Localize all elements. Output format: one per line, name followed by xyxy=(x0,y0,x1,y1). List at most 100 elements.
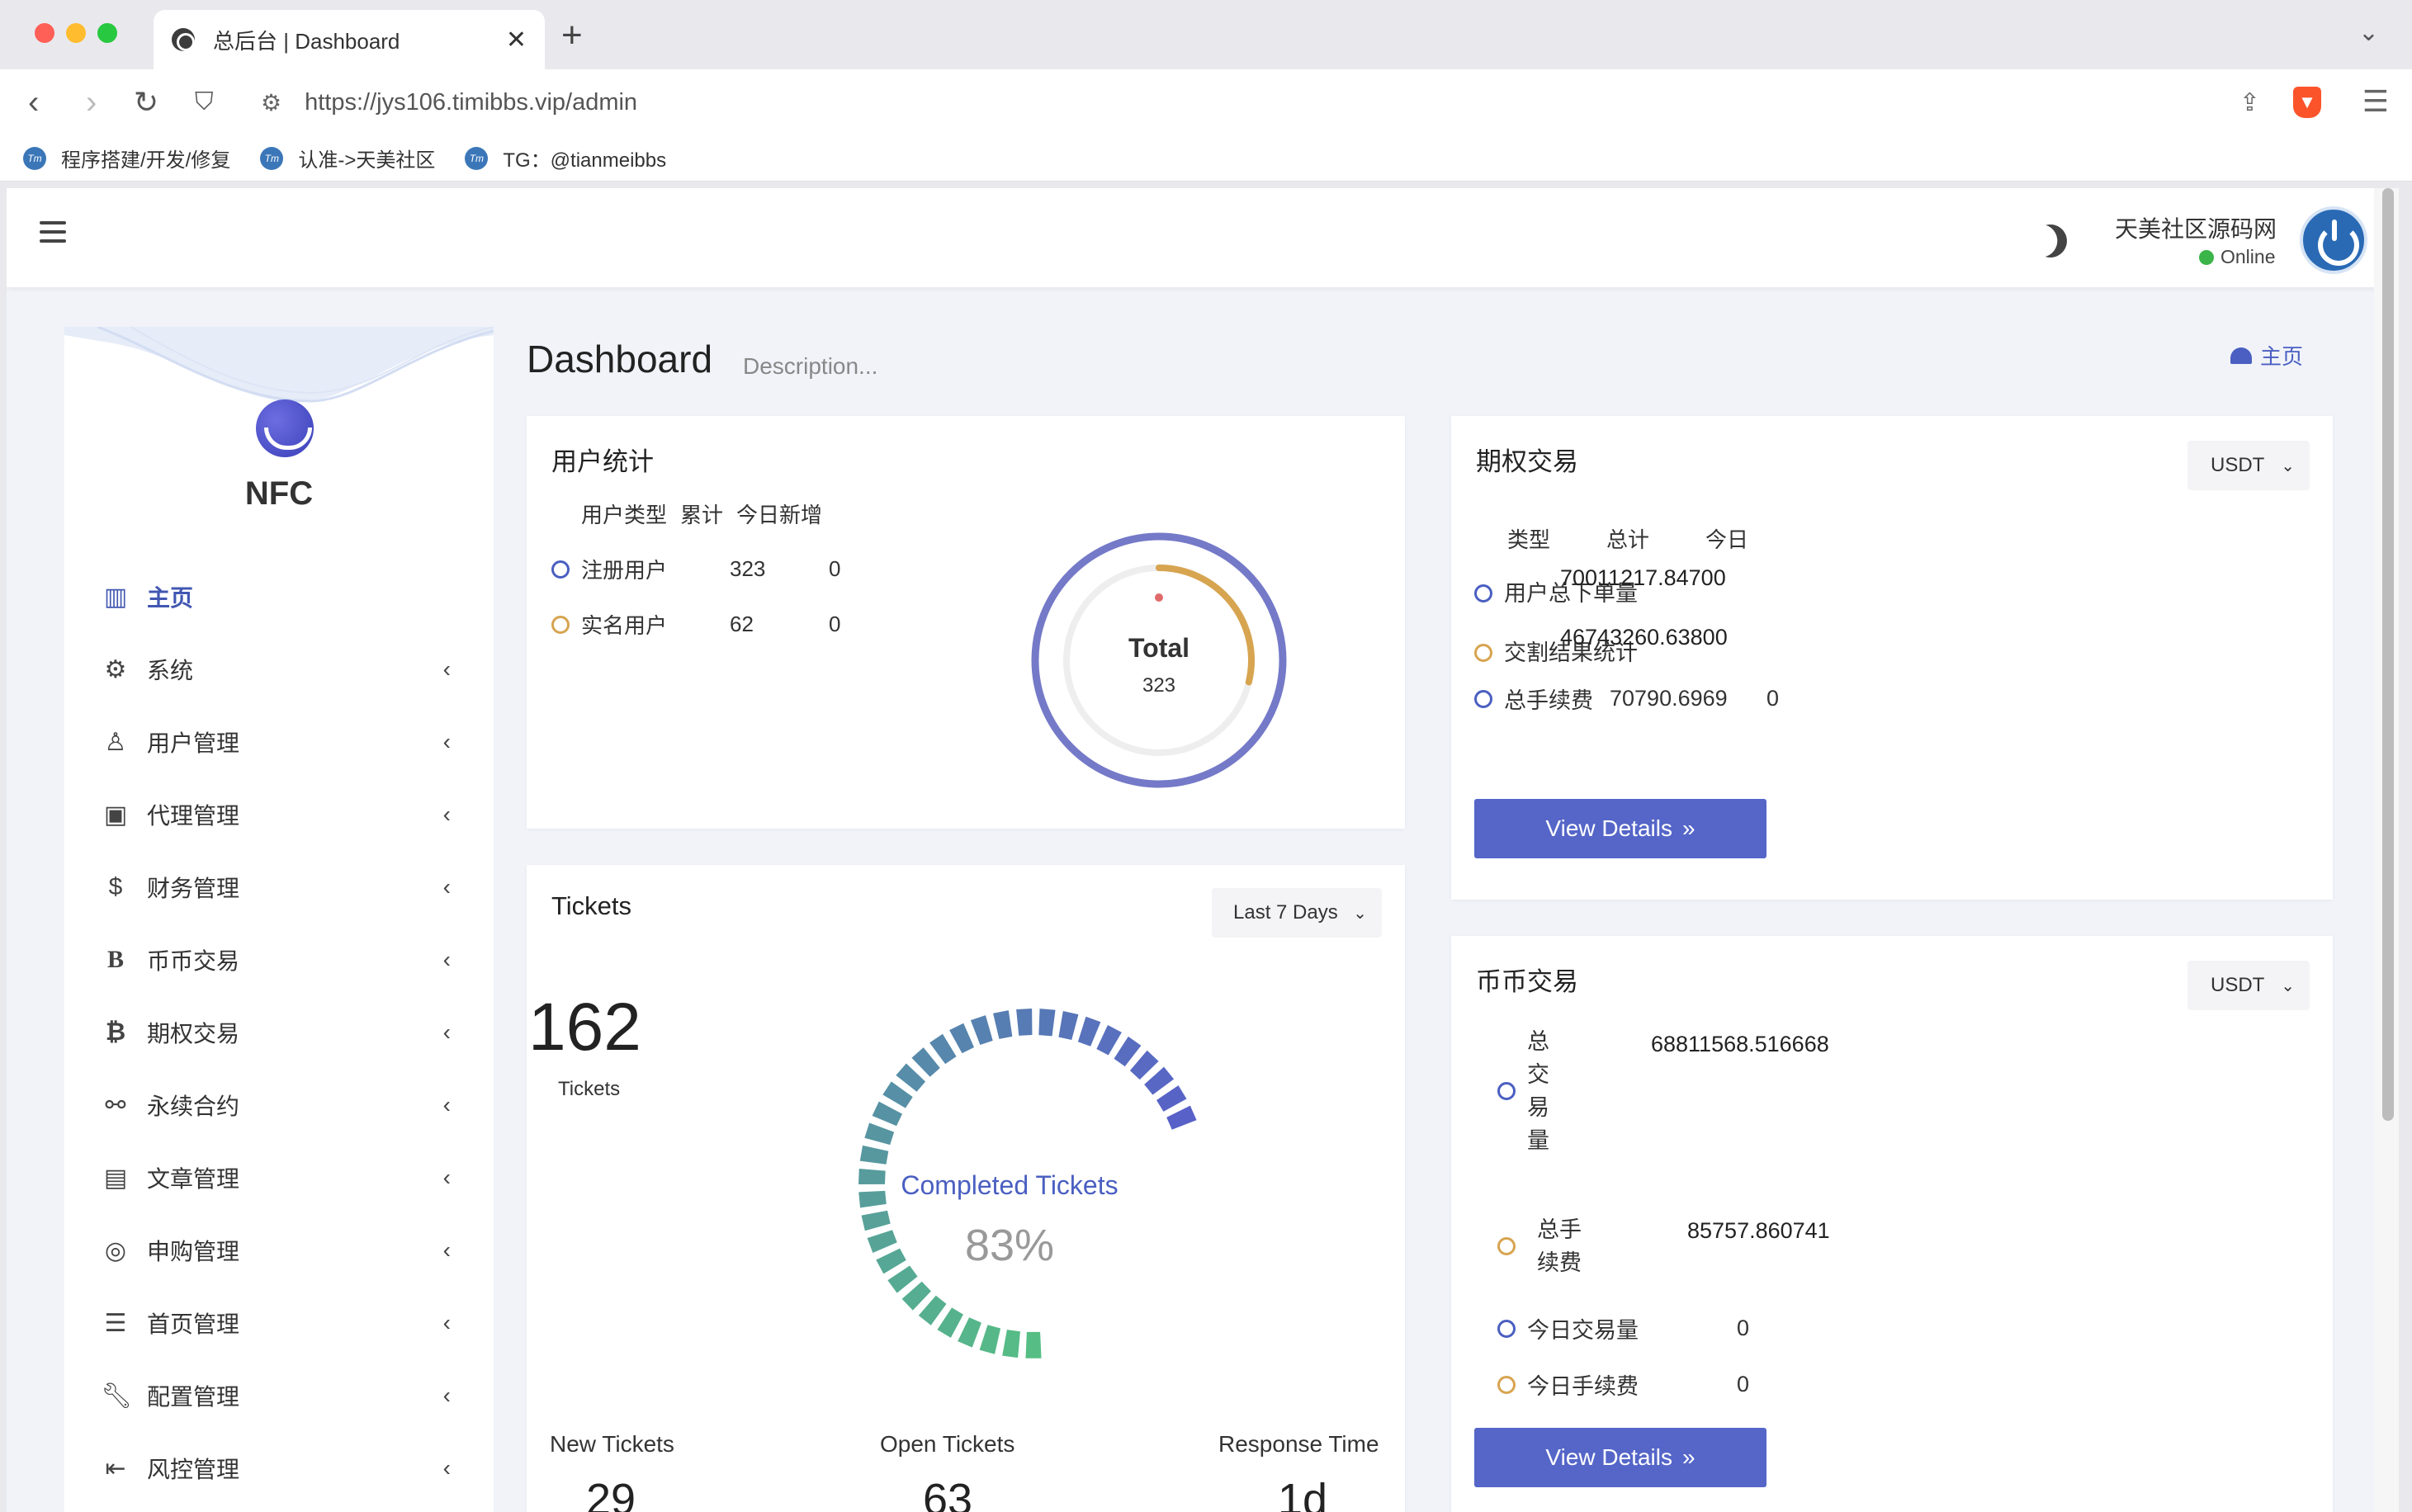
chevron-left-icon: ‹ xyxy=(442,1165,451,1190)
gauge-segment xyxy=(882,1081,913,1108)
ring-dot-icon xyxy=(1474,644,1492,662)
window-zoom-button[interactable] xyxy=(97,23,117,43)
table-row: 今日交易量 0 xyxy=(1497,1312,1749,1344)
reload-icon[interactable]: ↻ xyxy=(134,83,158,122)
chevron-left-icon: ‹ xyxy=(442,729,451,754)
coin-trade-card: 币币交易 USDT ⌄ 总交易量 68811568.516668 总手续费 85… xyxy=(1451,936,2333,1512)
page-scrollbar-thumb[interactable] xyxy=(2382,188,2394,1121)
sidebar-item-config[interactable]: 🔧︎ 配置管理 ‹ xyxy=(64,1359,494,1432)
new-tickets-label: New Tickets xyxy=(550,1431,674,1457)
sidebar-item-options[interactable]: ₿ 期权交易 ‹ xyxy=(64,996,494,1069)
url-text[interactable]: https://jys106.timibbs.vip/admin xyxy=(305,89,2239,116)
sidebar-item-home[interactable]: ▥ 主页 xyxy=(64,560,494,633)
sidebar-item-articles[interactable]: ▤ 文章管理 ‹ xyxy=(64,1141,494,1214)
newspaper-icon: ▤ xyxy=(103,1164,128,1192)
hamburger-menu-icon[interactable] xyxy=(40,221,66,244)
card-title: 用户统计 xyxy=(551,447,654,476)
close-icon[interactable]: ✕ xyxy=(506,26,527,54)
address-bar[interactable]: ⚙ https://jys106.timibbs.vip/admin ⇪ ▼ xyxy=(244,78,2338,127)
ring-dot-icon xyxy=(1497,1082,1516,1100)
brave-shield-icon[interactable]: ▼ xyxy=(2293,87,2321,118)
bookmark-item[interactable]: Tm TG：@tianmeibbs xyxy=(465,144,666,172)
table-row: 总交易量 xyxy=(1497,1025,1555,1157)
sidebar-item-homepage[interactable]: ☰ 首页管理 ‹ xyxy=(64,1287,494,1359)
chevron-down-icon: ⌄ xyxy=(2281,456,2295,475)
back-arrow-icon[interactable]: ‹ xyxy=(28,83,39,122)
gauge-segment xyxy=(979,1325,1001,1354)
forward-arrow-icon[interactable]: › xyxy=(86,83,97,122)
sidebar-item-coin-trade[interactable]: B 币币交易 ‹ xyxy=(64,924,494,996)
page-viewport: 天美社区源码网 Online NFC ▥ 主页 ⚙ 系统 ‹ ♙ 用户管理 ‹ … xyxy=(7,188,2381,1512)
sidebar-item-subscription[interactable]: ◎ 申购管理 ‹ xyxy=(64,1214,494,1287)
table-row: 总手续费 xyxy=(1497,1213,1587,1279)
new-tab-button[interactable]: + xyxy=(561,15,583,56)
chevron-left-icon: ‹ xyxy=(442,1019,451,1045)
chevron-down-icon[interactable]: ⌄ xyxy=(2358,18,2379,47)
sidebar-item-finance[interactable]: $ 财务管理 ‹ xyxy=(64,851,494,924)
coin-view-details-button[interactable]: View Details» xyxy=(1474,1428,1766,1487)
table-row: 实名用户 62 0 xyxy=(551,609,840,640)
dark-mode-toggle-icon[interactable] xyxy=(2028,219,2074,264)
chevron-left-icon: ‹ xyxy=(442,1092,451,1117)
gauge-segment xyxy=(1156,1085,1187,1112)
gauge-segment xyxy=(993,1010,1013,1039)
share-icon[interactable]: ⇪ xyxy=(2239,88,2260,117)
gauge-segment xyxy=(1129,1050,1159,1080)
chevron-left-icon: ‹ xyxy=(442,1382,451,1408)
ring-dot-icon xyxy=(1497,1319,1516,1338)
sidebar-item-agents[interactable]: ▣ 代理管理 ‹ xyxy=(64,778,494,851)
site-settings-icon[interactable]: ⚙ xyxy=(261,89,281,116)
donut-label: Total xyxy=(1128,633,1189,663)
open-tickets-label: Open Tickets xyxy=(880,1431,1015,1457)
gauge-segment xyxy=(1077,1016,1101,1047)
browser-menu-icon[interactable]: ☰ xyxy=(2362,84,2389,119)
indent-icon: ⇤ xyxy=(105,1454,126,1482)
browser-tab-bar: 总后台 | Dashboard ✕ + ⌄ xyxy=(0,0,2412,69)
bookmark-item[interactable]: Tm 认准->天美社区 xyxy=(260,144,435,172)
window-close-button[interactable] xyxy=(35,23,54,43)
gauge-percent: 83% xyxy=(964,1221,1055,1270)
ring-dot-icon xyxy=(1474,584,1492,602)
donut-marker xyxy=(1155,593,1163,602)
gauge-segment xyxy=(1166,1105,1197,1130)
bookmark-icon[interactable]: ⛉ xyxy=(195,83,214,122)
page-title: Dashboard xyxy=(527,338,713,380)
sidebar: NFC ▥ 主页 ⚙ 系统 ‹ ♙ 用户管理 ‹ ▣ 代理管理 ‹ $ 财务管理… xyxy=(64,327,494,1512)
sidebar-item-perpetual[interactable]: ⚯ 永续合约 ‹ xyxy=(64,1069,494,1141)
table-cell-total: 85757.860741 xyxy=(1687,1218,1830,1243)
gauge-segment xyxy=(1016,1009,1033,1036)
window-minimize-button[interactable] xyxy=(66,23,86,43)
gauge-segment xyxy=(937,1307,963,1338)
sidebar-item-system[interactable]: ⚙ 系统 ‹ xyxy=(64,633,494,706)
browser-tab[interactable]: 总后台 | Dashboard ✕ xyxy=(154,10,545,69)
tab-title: 总后台 | Dashboard xyxy=(213,28,400,54)
bitcoin-icon: ₿ xyxy=(105,1018,126,1046)
chevron-left-icon: ‹ xyxy=(442,1455,451,1481)
chevron-left-icon: ‹ xyxy=(442,947,451,972)
currency-select[interactable]: USDT ⌄ xyxy=(2187,441,2310,490)
card-title: 期权交易 xyxy=(1476,447,1578,476)
currency-select[interactable]: USDT ⌄ xyxy=(2187,961,2310,1010)
user-status: Online xyxy=(2199,246,2275,268)
options-view-details-button[interactable]: View Details» xyxy=(1474,799,1766,858)
gauge-segment xyxy=(1002,1330,1020,1358)
chevron-down-icon: ⌄ xyxy=(2281,976,2295,995)
date-range-select[interactable]: Last 7 Days ⌄ xyxy=(1212,888,1382,938)
card-title: 币币交易 xyxy=(1476,967,1578,996)
chevron-down-icon: ⌄ xyxy=(1353,904,1367,923)
gauge-segment xyxy=(958,1317,981,1348)
sidebar-item-risk[interactable]: ⇤ 风控管理 ‹ xyxy=(64,1432,494,1505)
breadcrumb[interactable]: 主页 xyxy=(2230,340,2303,371)
user-tie-icon: ♙ xyxy=(104,728,127,756)
ring-dot-icon xyxy=(551,560,570,579)
table-cell-total: 68811568.516668 xyxy=(1651,1032,1829,1056)
response-time-value: 1d xyxy=(1278,1475,1328,1512)
user-donut-chart: Total 323 xyxy=(1031,532,1287,788)
tickets-card: Tickets Last 7 Days ⌄ 162 Tickets Comple… xyxy=(527,865,1405,1512)
user-name[interactable]: 天美社区源码网 xyxy=(2115,211,2277,244)
avatar[interactable] xyxy=(2300,206,2367,274)
bookmark-item[interactable]: Tm 程序搭建/开发/修复 xyxy=(23,144,230,172)
sidebar-item-users[interactable]: ♙ 用户管理 ‹ xyxy=(64,706,494,778)
gauge-segment xyxy=(1096,1025,1122,1056)
page-description: Description... xyxy=(743,353,878,379)
